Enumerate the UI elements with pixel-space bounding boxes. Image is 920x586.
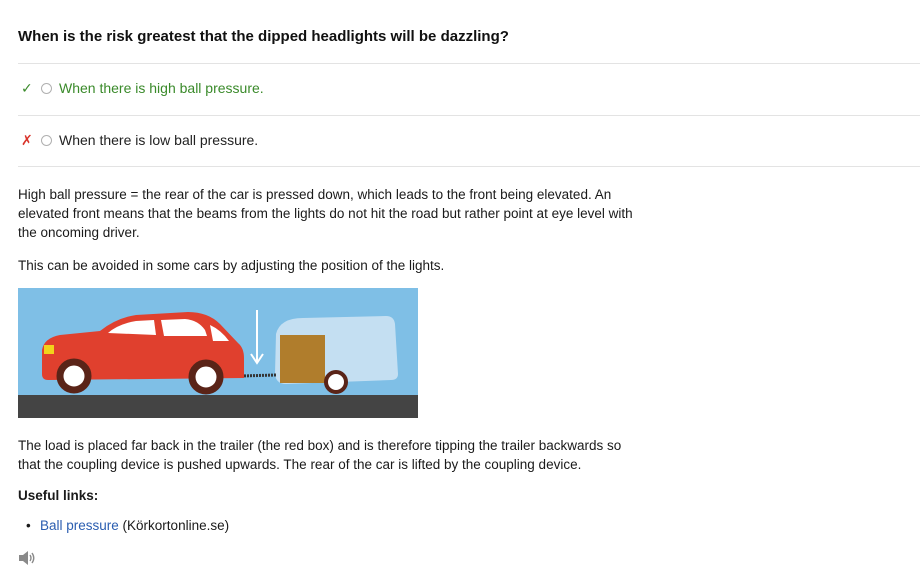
answer-option-low-ball-pressure[interactable]: ✗ When there is low ball pressure. [18, 115, 920, 165]
check-icon: ✓ [21, 79, 33, 96]
trailer-wheel [324, 370, 348, 394]
useful-links-heading: Useful links: [18, 488, 99, 503]
load-box [280, 335, 325, 383]
road [18, 395, 418, 418]
bullet-icon: • [26, 518, 31, 533]
speaker-icon[interactable] [18, 550, 36, 566]
answer-radio[interactable] [41, 82, 52, 94]
cross-icon: ✗ [21, 131, 33, 148]
explanation-paragraph: The load is placed far back in the trail… [18, 438, 622, 472]
rear-wheel [188, 359, 224, 395]
car-trailer-illustration [18, 288, 418, 418]
front-wheel [56, 358, 92, 394]
explanation-paragraph: High ball pressure = the rear of the car… [18, 187, 633, 240]
answer-label: When there is low ball pressure. [59, 132, 259, 148]
headlight [44, 345, 54, 354]
link-source: (Körkortonline.se) [118, 518, 230, 533]
ball-pressure-link[interactable]: Ball pressure [40, 518, 119, 533]
question-title: When is the risk greatest that the dippe… [18, 28, 509, 45]
answer-label: When there is high ball pressure. [59, 80, 264, 96]
explanation-paragraph: This can be avoided in some cars by adju… [18, 258, 445, 273]
divider [18, 166, 920, 167]
answer-radio[interactable] [41, 134, 52, 146]
answer-option-high-ball-pressure[interactable]: ✓ When there is high ball pressure. [18, 63, 920, 113]
useful-link-item: • Ball pressure (Körkortonline.se) [26, 518, 230, 533]
